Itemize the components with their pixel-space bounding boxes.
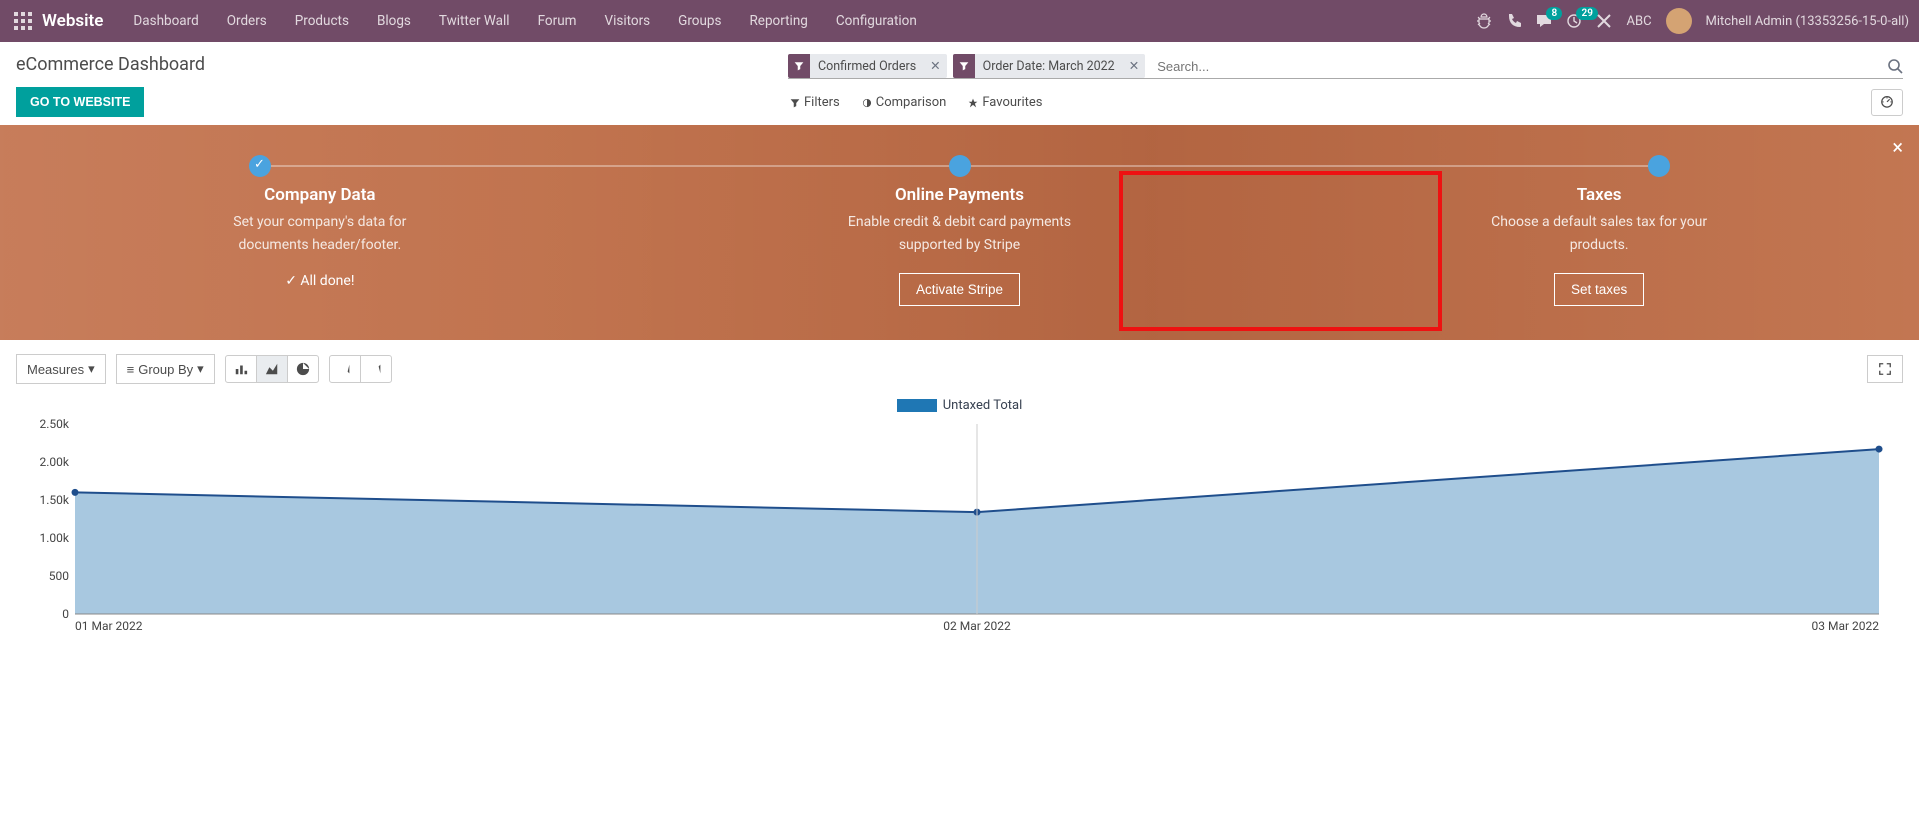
search-row: Confirmed Orders ✕ Order Date: March 202… xyxy=(788,54,1903,79)
menu-visitors[interactable]: Visitors xyxy=(590,0,664,42)
brand[interactable]: Website xyxy=(42,11,103,31)
facet-text: Confirmed Orders xyxy=(810,54,924,78)
step-desc: Choose a default sales tax for your xyxy=(1389,213,1809,232)
page-title: eCommerce Dashboard xyxy=(16,54,776,75)
clock-icon[interactable]: 29 xyxy=(1566,13,1582,29)
facet-remove-icon[interactable]: ✕ xyxy=(1123,54,1145,78)
menu-configuration[interactable]: Configuration xyxy=(822,0,931,42)
groupby-icon: ≡ xyxy=(127,362,135,377)
onboard-step-payments: Online Payments Enable credit & debit ca… xyxy=(749,185,1169,306)
db-name[interactable]: ABC xyxy=(1626,14,1651,29)
area-chart-icon[interactable] xyxy=(256,355,288,383)
step-done: ✓ All done! xyxy=(110,273,530,289)
sort-group xyxy=(329,355,392,383)
favourites-menu[interactable]: Favourites xyxy=(968,95,1042,110)
menu-blogs[interactable]: Blogs xyxy=(363,0,425,42)
menu-products[interactable]: Products xyxy=(281,0,363,42)
filter-icon xyxy=(953,54,975,78)
search-icon[interactable] xyxy=(1887,58,1903,74)
step-dot-2 xyxy=(949,155,971,177)
clock-badge: 29 xyxy=(1576,7,1597,20)
step-desc: supported by Stripe xyxy=(749,236,1169,255)
legend-swatch xyxy=(897,399,937,412)
top-nav: Website Dashboard Orders Products Blogs … xyxy=(0,0,1919,42)
menu-orders[interactable]: Orders xyxy=(213,0,281,42)
menu-twitter-wall[interactable]: Twitter Wall xyxy=(425,0,524,42)
apps-icon[interactable] xyxy=(14,12,32,30)
username[interactable]: Mitchell Admin (13353256-15-0-all) xyxy=(1706,14,1909,29)
control-panel: eCommerce Dashboard GO TO WEBSITE Confir… xyxy=(0,42,1919,125)
svg-text:02 Mar 2022: 02 Mar 2022 xyxy=(943,619,1011,633)
messages-badge: 8 xyxy=(1546,7,1562,20)
svg-text:01 Mar 2022: 01 Mar 2022 xyxy=(75,619,143,633)
groupby-button[interactable]: ≡ Group By ▾ xyxy=(116,354,215,384)
menu-reporting[interactable]: Reporting xyxy=(735,0,821,42)
messages-icon[interactable]: 8 xyxy=(1536,13,1552,29)
step-title: Online Payments xyxy=(749,185,1169,205)
nav-right: 8 29 ABC Mitchell Admin (13353256-15-0-a… xyxy=(1476,8,1909,34)
menu-forum[interactable]: Forum xyxy=(524,0,591,42)
svg-text:1.50k: 1.50k xyxy=(40,493,70,507)
step-title: Company Data xyxy=(110,185,530,205)
graph-toolbar: Measures ▾ ≡ Group By ▾ xyxy=(0,340,1919,388)
pie-chart-icon[interactable] xyxy=(287,355,319,383)
phone-icon[interactable] xyxy=(1506,13,1522,29)
set-taxes-button[interactable]: Set taxes xyxy=(1554,273,1644,306)
onboard-step-taxes: Taxes Choose a default sales tax for you… xyxy=(1389,185,1809,306)
caret-down-icon: ▾ xyxy=(88,361,95,377)
filters-menu[interactable]: Filters xyxy=(790,95,840,110)
search-input[interactable] xyxy=(1151,55,1881,78)
close-icon[interactable]: × xyxy=(1892,135,1903,159)
step-dot-3 xyxy=(1648,155,1670,177)
step-desc: products. xyxy=(1389,236,1809,255)
bar-chart-icon[interactable] xyxy=(225,355,257,383)
legend-label: Untaxed Total xyxy=(943,398,1022,413)
menu-dashboard[interactable]: Dashboard xyxy=(119,0,212,42)
chart-legend: Untaxed Total xyxy=(20,398,1899,413)
go-to-website-button[interactable]: GO TO WEBSITE xyxy=(16,87,144,117)
svg-text:2.50k: 2.50k xyxy=(40,419,70,431)
step-dot-1 xyxy=(249,155,271,177)
filter-icon xyxy=(788,54,810,78)
activate-stripe-button[interactable]: Activate Stripe xyxy=(899,273,1020,306)
menu-groups[interactable]: Groups xyxy=(664,0,735,42)
tools-icon[interactable] xyxy=(1596,13,1612,29)
filter-facet-confirmed: Confirmed Orders ✕ xyxy=(788,54,947,78)
onboarding-panel: × Company Data Set your company's data f… xyxy=(0,125,1919,340)
svg-text:2.00k: 2.00k xyxy=(40,455,70,469)
svg-text:500: 500 xyxy=(49,569,69,583)
main-menu: Dashboard Orders Products Blogs Twitter … xyxy=(119,0,930,42)
chart-area: Untaxed Total 0 500 1.00k 1.50k 2.00k 2.50k 01… xyxy=(0,388,1919,659)
measures-button[interactable]: Measures ▾ xyxy=(16,354,106,384)
svg-text:1.00k: 1.00k xyxy=(40,531,70,545)
facet-remove-icon[interactable]: ✕ xyxy=(924,54,946,78)
svg-text:03 Mar 2022: 03 Mar 2022 xyxy=(1812,619,1880,633)
chart-type-group xyxy=(225,355,319,383)
bug-icon[interactable] xyxy=(1476,13,1492,29)
sort-desc-icon[interactable] xyxy=(329,355,361,383)
expand-icon[interactable] xyxy=(1867,355,1903,383)
sort-asc-icon[interactable] xyxy=(360,355,392,383)
search-options: Filters Comparison Favourites xyxy=(788,89,1903,116)
onboard-step-company: Company Data Set your company's data for… xyxy=(110,185,530,289)
filter-facet-date: Order Date: March 2022 ✕ xyxy=(953,54,1146,78)
facet-text: Order Date: March 2022 xyxy=(975,54,1123,78)
step-desc: Enable credit & debit card payments xyxy=(749,213,1169,232)
step-title: Taxes xyxy=(1389,185,1809,205)
dashboard-button[interactable] xyxy=(1871,89,1903,116)
step-desc: documents header/footer. xyxy=(110,236,530,255)
caret-down-icon: ▾ xyxy=(197,361,204,377)
step-desc: Set your company's data for xyxy=(110,213,530,232)
comparison-menu[interactable]: Comparison xyxy=(862,95,947,110)
chart-svg: 0 500 1.00k 1.50k 2.00k 2.50k 01 Mar 2022 02 Ma… xyxy=(20,419,1899,639)
avatar[interactable] xyxy=(1666,8,1692,34)
svg-text:0: 0 xyxy=(62,607,69,621)
